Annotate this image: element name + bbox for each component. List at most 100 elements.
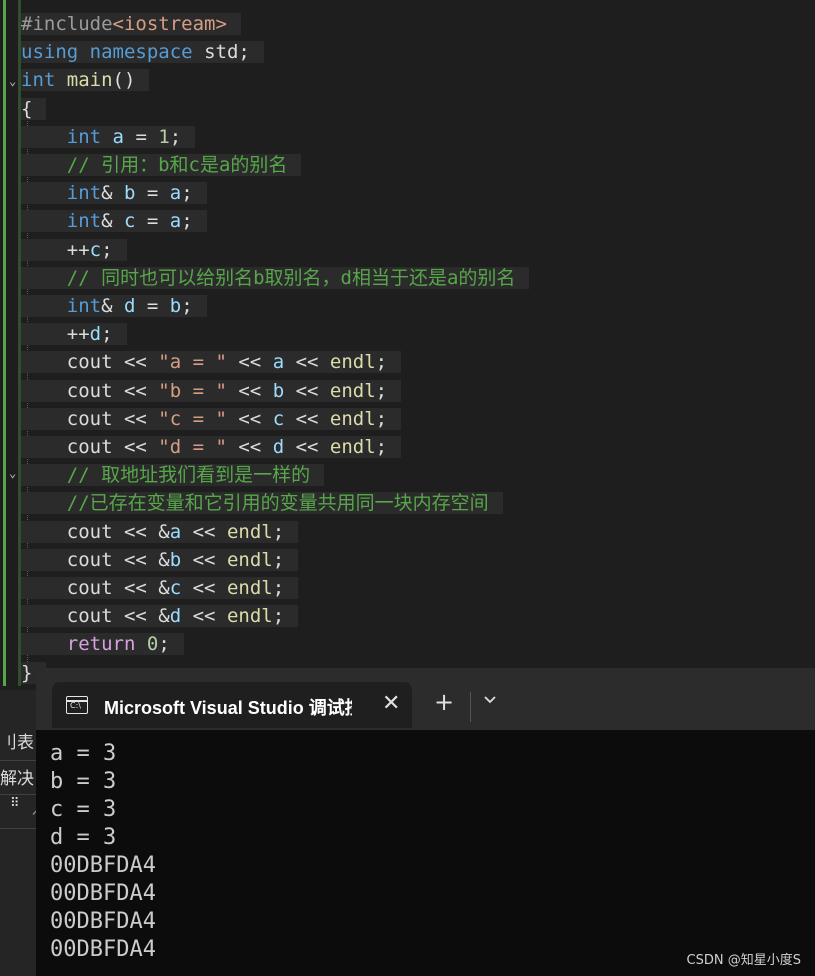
output-line: 00DBFDA4	[50, 853, 156, 878]
code-token: int	[66, 125, 102, 148]
code-token: return	[66, 633, 136, 656]
code-line[interactable]: cout << &c << endl;	[21, 574, 299, 602]
code-token: ;	[101, 238, 113, 261]
code-token: endl	[226, 577, 273, 599]
code-token: b	[169, 295, 182, 317]
code-line-content: cout << &c << endl;	[21, 577, 299, 599]
code-token: ;	[375, 407, 388, 430]
code-token: int	[21, 69, 56, 92]
code-line-content: cout << &b << endl;	[21, 548, 299, 571]
divider	[0, 828, 40, 829]
code-token: main	[66, 69, 113, 92]
code-token: =	[135, 210, 170, 233]
code-line[interactable]: //已存在变量和它引用的变量共用同一块内存空间	[21, 489, 503, 517]
code-token: a	[272, 351, 285, 374]
code-line[interactable]: cout << &b << endl;	[21, 546, 299, 574]
code-editor[interactable]: ⌄ ⌄ #include<iostream> using namespace st…	[0, 0, 815, 690]
code-token: cout <<	[66, 407, 159, 430]
code-line[interactable]: cout << &a << endl;	[21, 518, 299, 546]
output-line: 00DBFDA4	[50, 881, 156, 906]
code-line[interactable]: int main()	[21, 66, 150, 94]
code-token: ;	[181, 182, 193, 205]
code-line[interactable]: return 0;	[21, 630, 184, 658]
code-line-content: {	[21, 97, 47, 120]
code-line[interactable]: int& d = b;	[21, 292, 207, 320]
console-icon: C:\	[66, 696, 88, 714]
code-line[interactable]: cout << &d << endl;	[21, 602, 299, 630]
code-token: a	[169, 210, 182, 233]
code-line-content: int a = 1;	[21, 125, 196, 148]
output-line: c = 3	[50, 797, 117, 822]
fold-toggle-icon[interactable]: ⌄	[9, 74, 16, 88]
code-line-content: cout << &d << endl;	[21, 605, 299, 628]
code-line[interactable]: {	[21, 95, 47, 123]
code-token: int	[66, 210, 102, 233]
code-line[interactable]: int a = 1;	[21, 123, 196, 151]
code-token: 1	[158, 125, 170, 148]
new-tab-button[interactable]: +	[434, 688, 454, 716]
code-token: ;	[169, 125, 182, 148]
code-token: <<	[181, 520, 227, 543]
code-token: //已存在变量和它引用的变量共用同一块内存空间	[66, 492, 489, 515]
code-token: endl	[329, 436, 376, 458]
code-line-content: int& c = a;	[21, 210, 207, 233]
code-line[interactable]: int& b = a;	[21, 179, 207, 207]
fold-toggle-icon[interactable]: ⌄	[9, 466, 16, 480]
code-line-content: cout << &a << endl;	[21, 520, 299, 543]
code-line[interactable]: // 引用：b和c是a的别名	[21, 151, 302, 179]
code-line[interactable]: // 取地址我们看到是一样的	[21, 461, 325, 489]
code-token: "b = "	[158, 379, 227, 402]
code-token: a	[169, 182, 182, 205]
code-token: ++	[66, 238, 90, 261]
code-line[interactable]: #include<iostream>	[21, 10, 241, 38]
left-panel: 刂表 解决 ⠿ 亻	[0, 690, 49, 976]
code-token: cout << &	[66, 548, 170, 571]
code-token: cout <<	[66, 379, 159, 402]
chevron-down-icon[interactable]	[482, 692, 498, 708]
close-tab-button[interactable]: ✕	[382, 691, 400, 716]
code-token: int	[66, 182, 102, 205]
code-token: d	[123, 295, 136, 317]
left-panel-item[interactable]: 刂表	[0, 728, 34, 753]
code-line[interactable]: cout << "c = " << c << endl;	[21, 405, 402, 433]
code-token: "d = "	[158, 436, 227, 458]
code-token: endl	[329, 351, 376, 374]
code-token: ;	[181, 295, 193, 317]
code-token: endl	[226, 520, 273, 543]
code-line[interactable]: cout << "a = " << a << endl;	[21, 348, 402, 376]
code-line-content: int& b = a;	[21, 182, 207, 205]
code-line[interactable]: int& c = a;	[21, 207, 207, 235]
code-token: <<	[226, 436, 273, 458]
left-panel-item[interactable]: 解决	[0, 764, 34, 789]
code-line[interactable]: ++c;	[21, 236, 127, 264]
code-token: a	[169, 520, 182, 543]
code-token: ;	[101, 323, 113, 346]
code-token: namespace	[89, 41, 193, 64]
code-line[interactable]: cout << "d = " << d << endl;	[21, 433, 402, 461]
code-token: b	[123, 182, 136, 205]
code-token: ;	[375, 351, 388, 374]
code-line-content: // 引用：b和c是a的别名	[21, 154, 302, 176]
tab-debug-console[interactable]: C:\ Microsoft Visual Studio 调试控制台 ✕	[52, 682, 412, 728]
code-line-content: using namespace std;	[21, 41, 264, 64]
code-token: <<	[284, 407, 330, 430]
code-line[interactable]: using namespace std;	[21, 38, 264, 66]
code-token: ()	[112, 69, 136, 92]
code-line[interactable]: ++d;	[21, 320, 127, 348]
debug-console-window[interactable]: C:\ Microsoft Visual Studio 调试控制台 ✕ + a …	[36, 668, 815, 976]
code-line[interactable]: cout << "b = " << b << endl;	[21, 377, 402, 405]
output-line: b = 3	[50, 769, 117, 794]
code-token: cout << &	[66, 605, 170, 628]
code-token: <iostream>	[112, 13, 227, 35]
code-line[interactable]: // 同时也可以给别名b取别名，d相当于还是a的别名	[21, 264, 530, 292]
code-token: <<	[284, 379, 330, 402]
